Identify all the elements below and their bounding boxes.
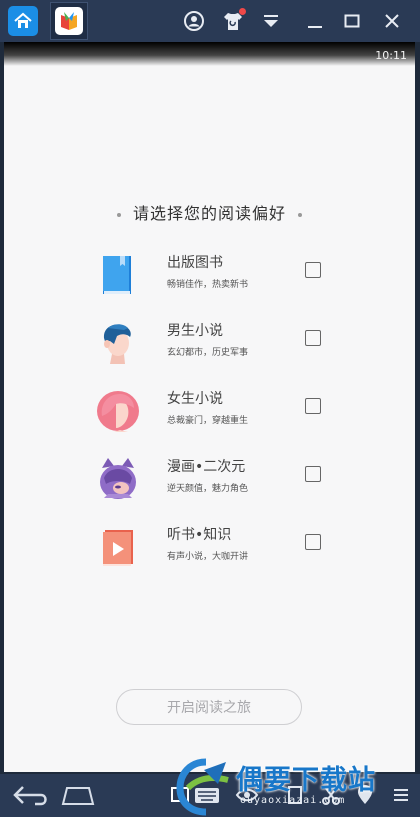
preference-item-male-novel[interactable]: 男生小说 玄幻都市，历史军事 — [4, 312, 415, 372]
site-watermark: 偶要下载站 ouyaoxiazai.com — [176, 756, 420, 817]
preference-subtitle: 总裁豪门，穿越重生 — [167, 416, 249, 426]
home-tab-button[interactable] — [8, 6, 38, 36]
preference-item-audiobook[interactable]: 听书•知识 有声小说，大咖开讲 — [4, 516, 415, 576]
reader-app-icon — [55, 7, 83, 35]
preference-checkbox[interactable] — [305, 534, 321, 550]
preference-heading: 请选择您的阅读偏好 — [4, 200, 415, 224]
heading-dot-left — [116, 212, 121, 217]
watermark-subtext: ouyaoxiazai.com — [240, 795, 346, 806]
preference-item-publishing[interactable]: 出版图书 畅销佳作，热卖新书 — [4, 244, 415, 304]
skin-shirt-icon[interactable] — [221, 8, 246, 33]
account-icon[interactable] — [182, 9, 206, 33]
nav-home-icon[interactable] — [58, 780, 98, 810]
preference-subtitle: 玄幻都市，历史军事 — [167, 348, 249, 358]
preference-item-female-novel[interactable]: 女生小说 总裁豪门，穿越重生 — [4, 380, 415, 440]
android-statusbar: 10:11 — [4, 42, 415, 66]
book-icon — [94, 250, 142, 298]
preference-title: 听书•知识 — [167, 527, 232, 543]
watermark-logo-icon — [176, 758, 229, 816]
dropdown-menu-icon[interactable] — [259, 9, 283, 33]
home-icon — [14, 12, 32, 28]
heading-dot-right — [298, 212, 302, 217]
preference-item-comics[interactable]: 漫画•二次元 逆天颜值，魅力角色 — [4, 448, 415, 508]
preference-title: 出版图书 — [167, 255, 223, 271]
watermark-text: 偶要下载站 — [236, 765, 376, 796]
maximize-icon[interactable] — [340, 9, 364, 33]
preference-title: 漫画•二次元 — [167, 459, 246, 475]
girl-avatar-icon — [94, 386, 142, 434]
anime-avatar-icon — [94, 454, 142, 502]
preference-title: 女生小说 — [167, 391, 223, 407]
minimize-icon[interactable] — [303, 9, 327, 33]
back-icon[interactable] — [10, 780, 50, 810]
preference-checkbox[interactable] — [305, 466, 321, 482]
preference-title: 男生小说 — [167, 323, 223, 339]
play-book-icon — [94, 522, 142, 570]
preference-checkbox[interactable] — [305, 330, 321, 346]
start-reading-button[interactable]: 开启阅读之旅 — [116, 689, 302, 725]
notification-dot — [239, 8, 246, 15]
heading-text: 请选择您的阅读偏好 — [132, 204, 286, 223]
emulator-titlebar — [0, 0, 420, 42]
app-tab[interactable] — [50, 2, 88, 40]
preference-subtitle: 畅销佳作，热卖新书 — [167, 280, 249, 290]
app-screen: 10:11 请选择您的阅读偏好 出版图书 畅销佳作，热卖新书 男生小说 玄幻都市… — [4, 42, 415, 772]
preference-subtitle: 逆天颜值，魅力角色 — [167, 484, 249, 494]
preference-checkbox[interactable] — [305, 262, 321, 278]
preference-subtitle: 有声小说，大咖开讲 — [167, 552, 249, 562]
preference-checkbox[interactable] — [305, 398, 321, 414]
close-icon[interactable] — [380, 9, 404, 33]
boy-avatar-icon — [94, 318, 142, 366]
status-time: 10:11 — [375, 49, 407, 62]
